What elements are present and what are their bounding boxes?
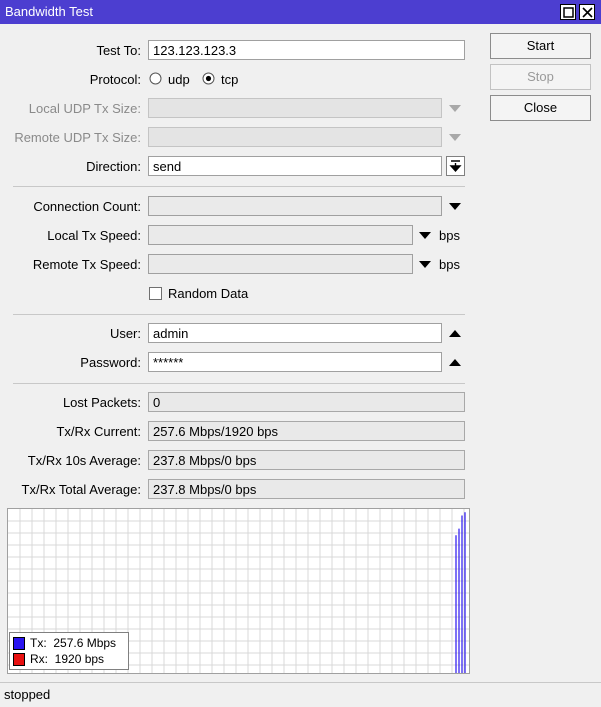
graph-legend: Tx: 257.6 Mbps Rx: 1920 bps bbox=[9, 632, 129, 670]
chevron-down-icon[interactable] bbox=[448, 201, 462, 213]
local-tx-speed-input[interactable] bbox=[148, 225, 413, 245]
separator bbox=[13, 186, 465, 187]
local-tx-speed-unit: bps bbox=[439, 228, 460, 243]
txrx-total-average-value: 237.8 Mbps/0 bps bbox=[148, 479, 465, 499]
random-data-checkbox[interactable] bbox=[149, 287, 162, 300]
test-to-input[interactable]: 123.123.123.3 bbox=[148, 40, 465, 60]
remote-tx-speed-input[interactable] bbox=[148, 254, 413, 274]
chevron-down-icon[interactable] bbox=[448, 103, 462, 115]
txrx-10s-average-label: Tx/Rx 10s Average: bbox=[27, 453, 141, 468]
user-label: User: bbox=[109, 326, 141, 341]
restore-icon[interactable] bbox=[560, 4, 576, 20]
test-to-label: Test To: bbox=[96, 43, 141, 58]
separator bbox=[13, 314, 465, 315]
title-bar[interactable]: Bandwidth Test bbox=[0, 0, 601, 24]
status-text: stopped bbox=[4, 687, 51, 702]
legend-tx-name: Tx: bbox=[30, 636, 47, 650]
close-button[interactable]: Close bbox=[490, 95, 591, 121]
direction-label: Direction: bbox=[86, 159, 141, 174]
start-button[interactable]: Start bbox=[490, 33, 591, 59]
remote-udp-tx-size-label: Remote UDP Tx Size: bbox=[14, 130, 141, 145]
remote-tx-speed-label: Remote Tx Speed: bbox=[32, 257, 141, 272]
txrx-total-average-label: Tx/Rx Total Average: bbox=[21, 482, 141, 497]
radio-udp-label: udp bbox=[168, 72, 190, 87]
chevron-down-icon[interactable] bbox=[418, 230, 432, 242]
legend-tx-swatch bbox=[13, 637, 25, 650]
connection-count-input[interactable] bbox=[148, 196, 442, 216]
local-udp-tx-size-input[interactable] bbox=[148, 98, 442, 118]
lost-packets-label: Lost Packets: bbox=[62, 395, 141, 410]
direction-dropdown-button[interactable] bbox=[446, 156, 465, 176]
status-bar: stopped bbox=[0, 682, 601, 707]
local-udp-tx-size-label: Local UDP Tx Size: bbox=[28, 101, 141, 116]
legend-rx-swatch bbox=[13, 653, 25, 666]
txrx-10s-average-value: 237.8 Mbps/0 bps bbox=[148, 450, 465, 470]
password-input[interactable]: ****** bbox=[148, 352, 442, 372]
radio-udp[interactable] bbox=[149, 72, 162, 85]
bandwidth-test-window: Bandwidth Test Test To: 123.123.123.3 Pr… bbox=[0, 0, 601, 707]
chevron-up-icon[interactable] bbox=[448, 328, 462, 340]
window-title: Bandwidth Test bbox=[5, 4, 93, 19]
legend-tx-value: 257.6 Mbps bbox=[53, 636, 117, 650]
remote-tx-speed-unit: bps bbox=[439, 257, 460, 272]
txrx-current-label: Tx/Rx Current: bbox=[56, 424, 141, 439]
local-tx-speed-label: Local Tx Speed: bbox=[47, 228, 141, 243]
chevron-down-icon[interactable] bbox=[448, 132, 462, 144]
legend-rx-value: 1920 bps bbox=[54, 652, 105, 666]
chevron-down-icon[interactable] bbox=[418, 259, 432, 271]
random-data-label: Random Data bbox=[168, 286, 249, 301]
password-label: Password: bbox=[80, 355, 141, 370]
user-input[interactable]: admin bbox=[148, 323, 442, 343]
stop-button[interactable]: Stop bbox=[490, 64, 591, 90]
lost-packets-value: 0 bbox=[148, 392, 465, 412]
dropdown-icon bbox=[449, 160, 462, 173]
txrx-current-value: 257.6 Mbps/1920 bps bbox=[148, 421, 465, 441]
radio-tcp-label: tcp bbox=[221, 72, 239, 87]
legend-rx-name: Rx: bbox=[30, 652, 48, 666]
close-icon[interactable] bbox=[579, 4, 595, 20]
radio-tcp[interactable] bbox=[202, 72, 215, 85]
protocol-label: Protocol: bbox=[89, 72, 141, 87]
connection-count-label: Connection Count: bbox=[33, 199, 141, 214]
chevron-up-icon[interactable] bbox=[448, 357, 462, 369]
remote-udp-tx-size-input[interactable] bbox=[148, 127, 442, 147]
direction-select[interactable]: send bbox=[148, 156, 442, 176]
separator bbox=[13, 383, 465, 384]
